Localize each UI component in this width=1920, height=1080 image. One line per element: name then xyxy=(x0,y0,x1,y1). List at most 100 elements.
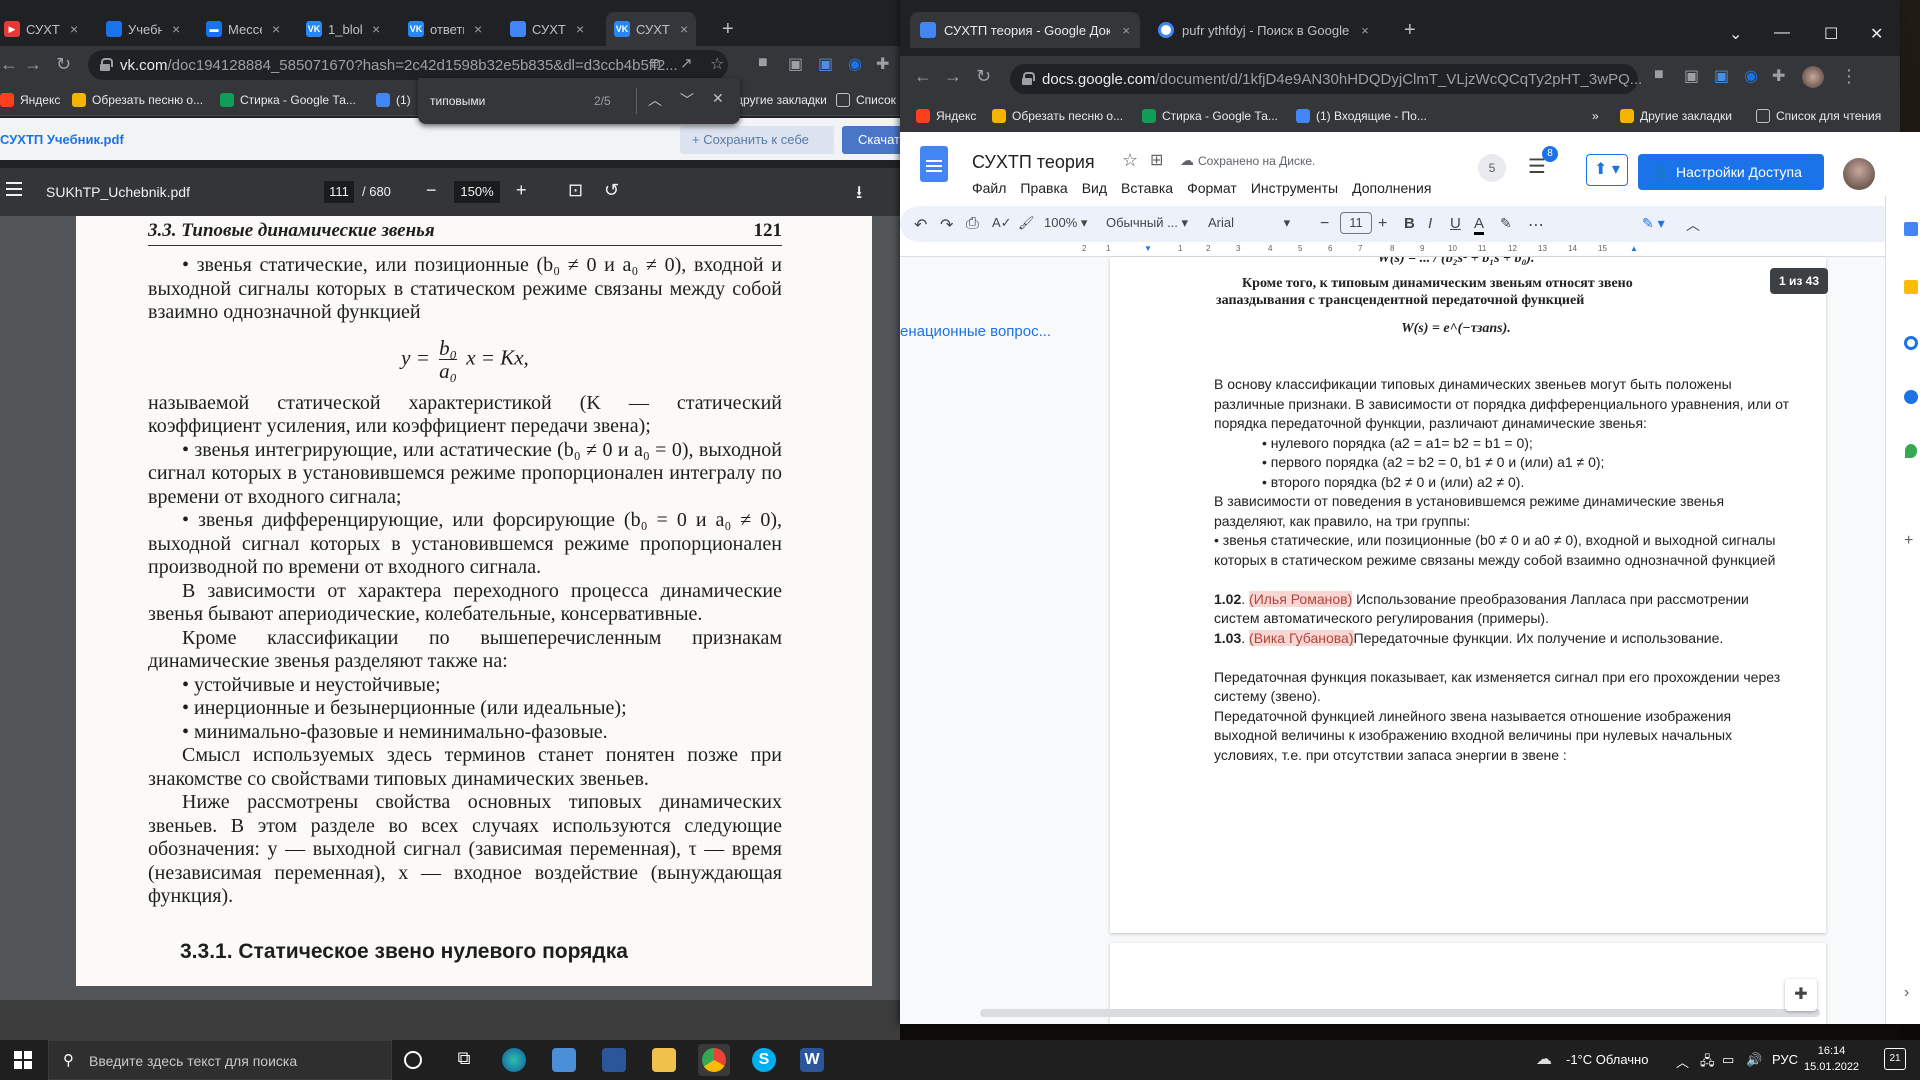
taskbar-search[interactable]: ⚲ Введите здесь текст для поиска xyxy=(48,1040,392,1080)
download-icon[interactable]: ⭳ xyxy=(856,180,862,210)
window-close-icon[interactable]: ✕ xyxy=(1870,24,1883,44)
menu-addons[interactable]: Дополнения xyxy=(1352,180,1431,196)
translate-icon[interactable]: ▣ xyxy=(788,54,803,74)
zoom-in-icon[interactable]: + xyxy=(516,180,527,201)
battery-icon[interactable]: ▭ xyxy=(1722,1052,1734,1068)
extension-icon[interactable]: ◉ xyxy=(1744,66,1758,86)
bookmarks-overflow-icon[interactable]: » xyxy=(1592,109,1599,123)
spellcheck-icon[interactable]: A✓ xyxy=(992,215,1012,231)
close-icon[interactable]: × xyxy=(1122,23,1130,38)
bookmark-yandex[interactable]: Яндекс xyxy=(916,109,976,123)
new-tab-button[interactable]: + xyxy=(722,18,734,41)
bookmark-reading-list[interactable]: Список для чтения xyxy=(1756,109,1881,123)
tab-sukhtp-vk-active[interactable]: VKСУХТП× xyxy=(606,12,697,46)
tab-sukhtp-docs[interactable]: СУХТП× xyxy=(510,12,584,46)
address-bar[interactable]: vk.com/doc194128884_585071670?hash=2c42d… xyxy=(88,50,728,80)
bookmark-laundry-sheet[interactable]: Стирка - Google Та... xyxy=(1142,109,1278,123)
puzzle-icon[interactable]: ✚ xyxy=(876,54,889,74)
close-icon[interactable]: × xyxy=(680,21,688,37)
find-prev-icon[interactable]: ︿ xyxy=(648,90,662,110)
bookmark-cut-song[interactable]: Обрезать песню о... xyxy=(72,93,203,107)
maps-icon[interactable] xyxy=(1905,444,1917,458)
doc-title-link[interactable]: СУХТП Учебник.pdf xyxy=(0,132,124,147)
calendar-icon[interactable] xyxy=(1904,222,1918,236)
viewers-count[interactable]: 5 xyxy=(1478,154,1506,182)
tab-textbook[interactable]: Учебник× xyxy=(106,12,180,46)
puzzle-icon[interactable]: ✚ xyxy=(1772,66,1785,86)
download-button[interactable]: Скачать xyxy=(842,126,900,154)
new-tab-button[interactable]: + xyxy=(1394,12,1426,48)
tasks-icon[interactable] xyxy=(1904,336,1918,350)
fit-page-icon[interactable]: ⊡ xyxy=(568,180,583,201)
mail-icon[interactable] xyxy=(552,1048,576,1072)
bookmark-inbox[interactable]: (1) xyxy=(376,93,411,107)
font-size-decrease-icon[interactable]: − xyxy=(1320,215,1329,233)
close-icon[interactable]: × xyxy=(1361,23,1369,38)
avatar[interactable] xyxy=(1843,158,1875,190)
bookmark-laundry-sheet[interactable]: Стирка - Google Та... xyxy=(220,93,356,107)
star-icon[interactable]: ☆ xyxy=(1122,150,1138,171)
italic-icon[interactable]: I xyxy=(1428,215,1432,232)
contacts-icon[interactable] xyxy=(1904,390,1918,404)
word-icon[interactable]: W xyxy=(800,1048,824,1072)
font-size-input[interactable]: 11 xyxy=(1340,212,1372,234)
maximize-icon[interactable]: ☐ xyxy=(1824,24,1838,44)
edge-icon[interactable] xyxy=(502,1048,526,1072)
extension-icon[interactable]: ■ xyxy=(1654,66,1664,84)
highlight-icon[interactable]: ✎ xyxy=(1500,215,1512,232)
rotate-icon[interactable]: ↺ xyxy=(604,180,619,201)
minimize-icon[interactable]: — xyxy=(1774,24,1790,42)
add-comment-icon[interactable]: ✚ xyxy=(1785,979,1817,1011)
address-bar[interactable]: docs.google.com/document/d/1kfjD4e9AN30h… xyxy=(1010,64,1642,94)
extension-icon[interactable]: ▣ xyxy=(1714,66,1729,86)
notifications-icon[interactable]: 21 xyxy=(1884,1048,1906,1070)
docs-logo-icon[interactable] xyxy=(920,146,948,182)
style-select[interactable]: Обычный ... ▾ xyxy=(1106,215,1200,231)
zoom-out-icon[interactable]: − xyxy=(426,180,437,201)
weather-icon[interactable]: ☁ xyxy=(1536,1049,1552,1069)
bookmark-cut-song[interactable]: Обрезать песню о... xyxy=(992,109,1123,123)
bookmark-inbox[interactable]: (1) Входящие - По... xyxy=(1296,109,1427,123)
menu-icon[interactable] xyxy=(6,182,22,196)
reload-icon[interactable]: ↻ xyxy=(56,54,71,75)
bookmark-star-icon[interactable]: ☆ xyxy=(710,54,724,74)
underline-icon[interactable]: U xyxy=(1450,215,1461,232)
horizontal-scrollbar[interactable] xyxy=(980,1009,1820,1017)
move-folder-icon[interactable]: ⊞ xyxy=(1150,150,1163,170)
document-canvas[interactable]: енационные вопрос... W(s) = ... / (b₂s² … xyxy=(900,257,1885,1024)
meet-present-icon[interactable]: ⬆ ▾ xyxy=(1586,154,1628,186)
profile-avatar[interactable] xyxy=(1802,66,1824,88)
menu-kebab-icon[interactable]: ⋮ xyxy=(1840,66,1858,87)
forward-arrow-icon[interactable]: → xyxy=(24,54,42,75)
share-button[interactable]: 👤 Настройки Доступа xyxy=(1638,154,1824,190)
menu-file[interactable]: Файл xyxy=(972,180,1006,196)
forward-arrow-icon[interactable]: → xyxy=(944,66,962,87)
close-icon[interactable]: × xyxy=(70,21,78,37)
tab-messenger[interactable]: ▬Мессенджер× xyxy=(206,12,280,46)
share-icon[interactable]: ↗ xyxy=(680,54,693,72)
ruler[interactable]: 2 1 ▼ 1 2 3 4 5 6 7 8 9 10 11 12 13 14 15 ▲ xyxy=(900,243,1900,257)
more-icon[interactable]: ⋯ xyxy=(1528,215,1544,235)
back-arrow-icon[interactable]: ← xyxy=(0,54,18,75)
extension-icon[interactable]: ■ xyxy=(758,54,768,72)
bookmark-reading-list[interactable]: Список xyxy=(836,93,896,107)
collapse-icon[interactable]: ︿ xyxy=(1686,215,1700,235)
bookmark-other[interactable]: другие закладки xyxy=(736,93,827,107)
menu-edit[interactable]: Правка xyxy=(1020,180,1067,196)
editing-mode-icon[interactable]: ✎ ▾ xyxy=(1642,215,1665,232)
outline-item[interactable]: енационные вопрос... xyxy=(900,323,1051,340)
save-to-self-button[interactable]: + Сохранить к себе xyxy=(680,126,834,154)
tab-search-icon[interactable]: ⌄ xyxy=(1729,24,1742,44)
file-explorer-icon[interactable] xyxy=(652,1048,676,1072)
translate-icon[interactable]: ▣ xyxy=(1684,66,1699,86)
menu-insert[interactable]: Вставка xyxy=(1121,180,1173,196)
extension-icon[interactable]: ▣ xyxy=(818,54,833,74)
add-addon-icon[interactable]: + xyxy=(1904,532,1913,550)
page-number-input[interactable]: 111 xyxy=(324,181,354,203)
pdf-viewport[interactable]: 3.3. Типовые динамические звенья 121 • зв… xyxy=(0,216,900,1040)
redo-icon[interactable]: ↷ xyxy=(940,215,953,235)
keep-icon[interactable] xyxy=(1904,280,1918,294)
close-icon[interactable]: × xyxy=(576,21,584,37)
zoom-select[interactable]: 100% ▾ xyxy=(1044,215,1087,231)
close-icon[interactable]: × xyxy=(272,21,280,37)
